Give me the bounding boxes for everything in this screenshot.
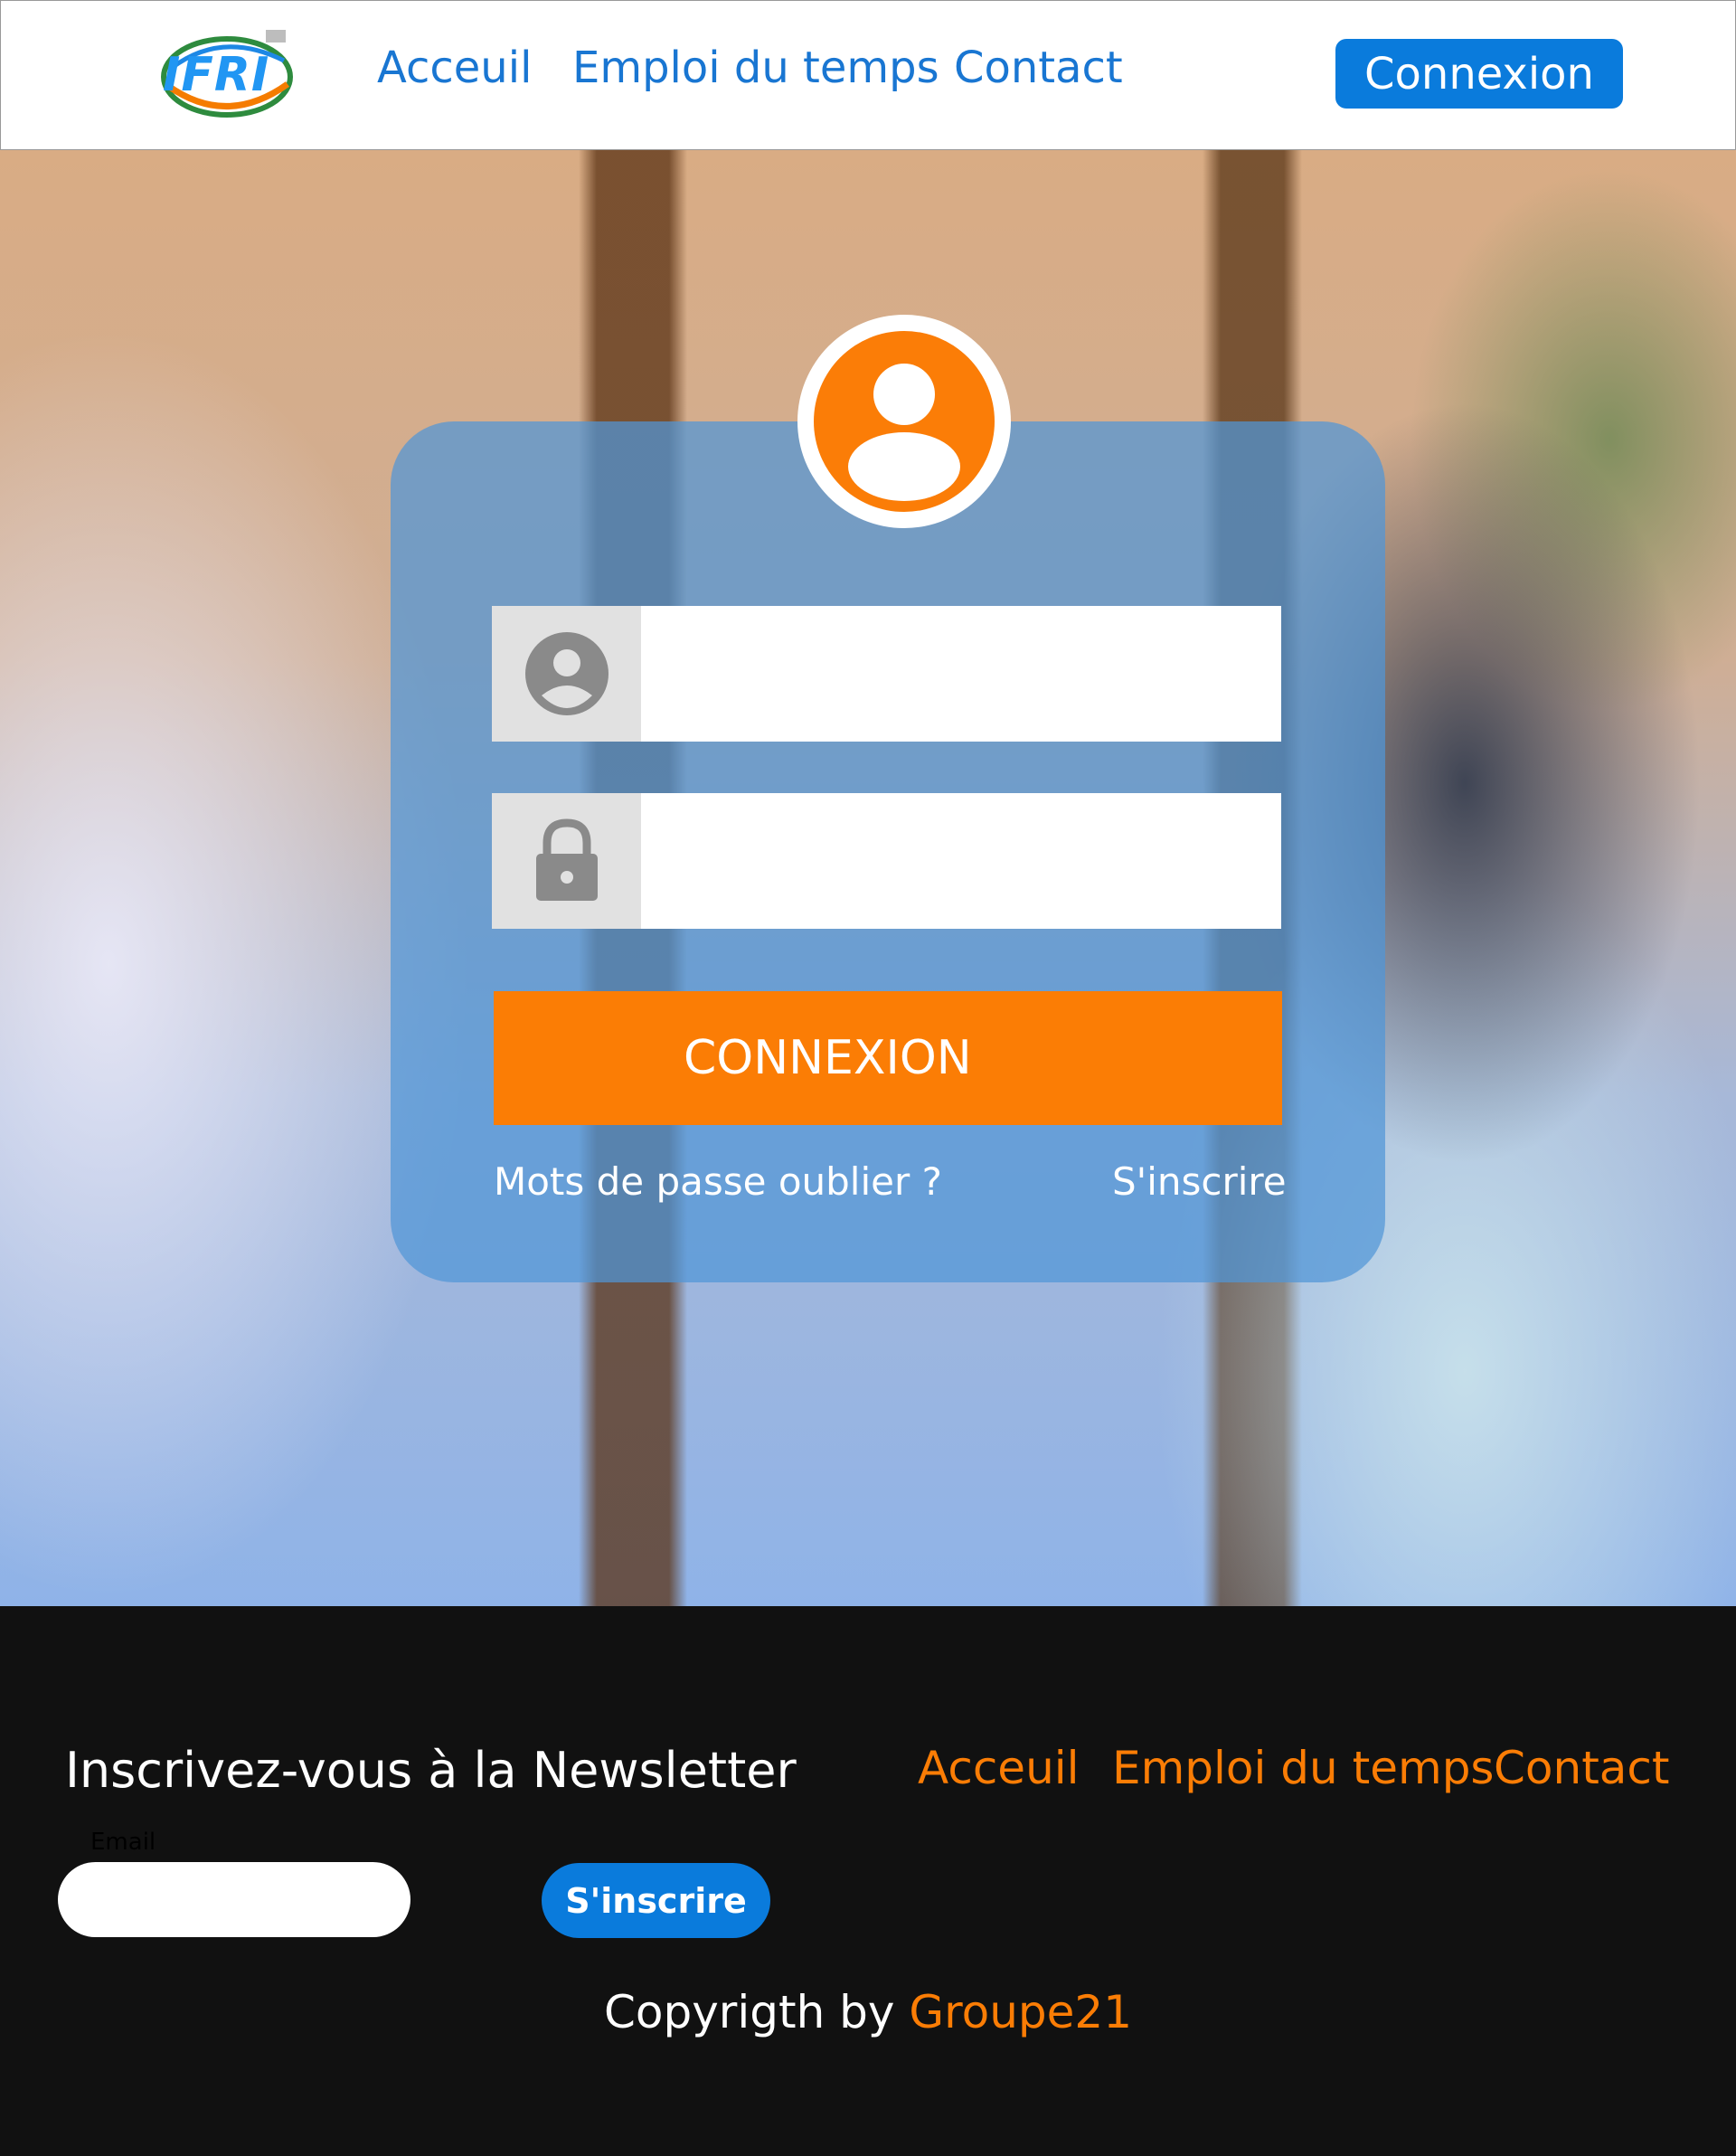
copyright-text: Copyrigth by Groupe21 bbox=[0, 1986, 1736, 2038]
logo-text: IFRI bbox=[163, 48, 270, 102]
footer-link-contact[interactable]: Contact bbox=[1494, 1742, 1670, 1794]
newsletter-email-input[interactable] bbox=[58, 1862, 410, 1937]
newsletter-subscribe-button[interactable]: S'inscrire bbox=[542, 1863, 770, 1938]
footer-link-acceuil[interactable]: Acceuil bbox=[918, 1742, 1080, 1794]
header-connexion-button[interactable]: Connexion bbox=[1335, 39, 1623, 109]
nav-emploi-du-temps[interactable]: Emploi du temps bbox=[572, 43, 939, 93]
forgot-password-link[interactable]: Mots de passe oublier ? bbox=[494, 1159, 942, 1204]
user-circle-icon bbox=[492, 606, 641, 742]
footer-link-emploi-du-temps[interactable]: Emploi du temps bbox=[1112, 1742, 1495, 1794]
signup-link[interactable]: S'inscrire bbox=[1112, 1159, 1287, 1204]
username-input[interactable] bbox=[641, 606, 1281, 742]
avatar-badge bbox=[797, 315, 1011, 528]
username-field bbox=[492, 606, 1281, 742]
password-input[interactable] bbox=[641, 793, 1281, 929]
nav-acceuil[interactable]: Acceuil bbox=[377, 43, 532, 93]
lock-icon bbox=[492, 793, 641, 929]
top-navbar: IFRI Acceuil Emploi du temps Contact Con… bbox=[0, 0, 1736, 150]
newsletter-title: Inscrivez-vous à la Newsletter bbox=[65, 1742, 797, 1799]
user-avatar-icon bbox=[814, 331, 995, 512]
email-label: Email bbox=[90, 1829, 156, 1856]
nav-contact[interactable]: Contact bbox=[954, 43, 1123, 93]
password-field bbox=[492, 793, 1281, 929]
copyright-prefix: Copyrigth by bbox=[603, 1986, 910, 2038]
copyright-brand: Groupe21 bbox=[909, 1986, 1133, 2038]
ifri-logo[interactable]: IFRI bbox=[159, 21, 295, 129]
footer: Inscrivez-vous à la Newsletter Acceuil E… bbox=[0, 1606, 1736, 2156]
login-submit-button[interactable]: CONNEXION bbox=[494, 991, 1282, 1125]
